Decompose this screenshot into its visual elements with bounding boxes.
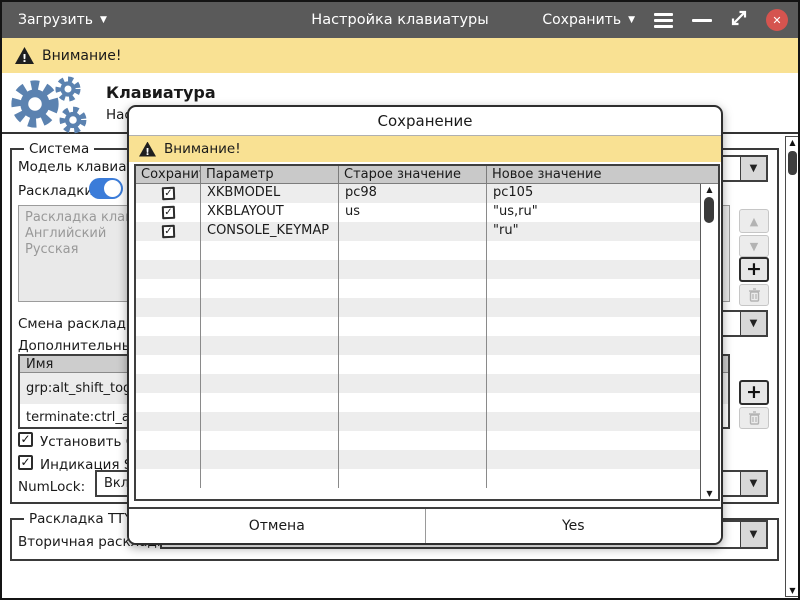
param-cell: XKBMODEL <box>201 184 339 203</box>
scrollbar-thumb[interactable] <box>788 151 797 175</box>
changes-table-header: Сохранить Параметр Старое значение Новое… <box>136 166 718 184</box>
add-layout-button[interactable]: + <box>739 257 769 282</box>
main-scrollbar[interactable]: ▲ ▼ <box>785 136 800 597</box>
plus-icon: + <box>746 383 762 402</box>
changes-table-body: ✓ XKBMODEL pc98 pc105 ✓ XKBLAYOUT us "us… <box>136 184 700 499</box>
old-value-cell: pc98 <box>339 184 487 203</box>
save-menu-button[interactable]: Сохранить ▼ <box>542 12 635 28</box>
old-value-cell: us <box>339 203 487 222</box>
delete-layout-button[interactable] <box>739 284 769 306</box>
chevron-down-icon: ▼ <box>628 16 635 25</box>
scroll-up-icon[interactable]: ▲ <box>701 185 718 194</box>
scrollbar-thumb[interactable] <box>704 197 714 223</box>
close-button[interactable]: ✕ <box>766 9 788 31</box>
column-header: Старое значение <box>339 166 487 183</box>
check-icon: ✓ <box>20 455 30 469</box>
maximize-button[interactable] <box>729 8 749 32</box>
new-value-cell: pc105 <box>487 184 700 203</box>
check-icon: ✓ <box>164 207 173 218</box>
scroll-down-icon[interactable]: ▼ <box>786 586 799 595</box>
plus-icon: + <box>746 260 762 279</box>
warning-text: Внимание! <box>42 48 121 64</box>
numlock-label: NumLock: <box>18 479 85 495</box>
compose-checkbox[interactable]: ✓ <box>18 432 33 447</box>
dialog-warning-text: Внимание! <box>164 141 241 157</box>
chevron-down-icon[interactable]: ▼ <box>740 312 766 335</box>
check-icon: ✓ <box>164 188 173 199</box>
page-title: Клавиатура <box>106 83 216 102</box>
row-checkbox[interactable]: ✓ <box>161 187 174 200</box>
minimize-button[interactable] <box>692 19 712 22</box>
scroll-up-icon[interactable]: ▲ <box>786 138 799 147</box>
warning-icon: ! <box>139 142 156 157</box>
warning-banner: ! Внимание! <box>2 38 798 73</box>
table-row[interactable]: ✓ XKBLAYOUT us "us,ru" <box>136 203 700 222</box>
check-icon: ✓ <box>20 432 30 446</box>
row-checkbox[interactable]: ✓ <box>161 206 174 219</box>
gears-icon <box>8 75 100 131</box>
yes-button[interactable]: Yes <box>426 509 722 543</box>
chevron-down-icon[interactable]: ▼ <box>740 522 766 547</box>
dialog-table-scrollbar[interactable]: ▲ ▼ <box>700 184 718 499</box>
old-value-cell <box>339 222 487 241</box>
param-cell: XKBLAYOUT <box>201 203 339 222</box>
column-header: Параметр <box>201 166 339 183</box>
arrow-up-icon: ▲ <box>750 216 758 227</box>
layouts-toggle[interactable] <box>89 178 123 199</box>
tty-group-legend: Раскладка TTY <box>24 511 137 527</box>
scroll-down-icon[interactable]: ▼ <box>701 489 718 498</box>
param-cell: CONSOLE_KEYMAP <box>201 222 339 241</box>
close-icon: ✕ <box>772 14 781 27</box>
check-icon: ✓ <box>164 226 173 237</box>
table-row[interactable]: ✓ XKBMODEL pc98 pc105 <box>136 184 700 203</box>
dialog-title: Сохранение <box>129 107 721 136</box>
column-header: Новое значение <box>487 166 718 183</box>
minimize-icon <box>692 19 712 22</box>
delete-option-button[interactable] <box>739 407 769 429</box>
layouts-label: Раскладки: <box>18 183 98 199</box>
titlebar: Загрузить ▼ Настройка клавиатуры Сохрани… <box>2 2 798 38</box>
trash-icon <box>748 288 761 302</box>
table-row[interactable]: ✓ CONSOLE_KEYMAP "ru" <box>136 222 700 241</box>
arrow-down-icon: ▼ <box>750 241 758 252</box>
row-checkbox[interactable]: ✓ <box>161 225 174 238</box>
column-header: Сохранить <box>136 166 201 183</box>
expand-icon <box>729 8 749 28</box>
move-up-button[interactable]: ▲ <box>739 209 769 233</box>
new-value-cell: "us,ru" <box>487 203 700 222</box>
system-group-legend: Система <box>24 141 94 157</box>
save-menu-label: Сохранить <box>542 12 621 28</box>
menu-icon[interactable] <box>652 11 675 30</box>
chevron-down-icon[interactable]: ▼ <box>740 472 766 495</box>
trash-icon <box>748 411 761 425</box>
warning-icon: ! <box>15 47 34 64</box>
move-down-button[interactable]: ▼ <box>739 235 769 257</box>
add-option-button[interactable]: + <box>739 380 769 405</box>
keyboard-settings-window: Загрузить ▼ Настройка клавиатуры Сохрани… <box>0 0 800 600</box>
dialog-buttons: Отмена Yes <box>129 507 721 543</box>
new-value-cell: "ru" <box>487 222 700 241</box>
toggle-knob <box>104 180 121 197</box>
chevron-down-icon[interactable]: ▼ <box>740 157 766 180</box>
save-dialog: Сохранение ! Внимание! Сохранить Парамет… <box>127 105 723 545</box>
scrolllock-checkbox[interactable]: ✓ <box>18 455 33 470</box>
cancel-button[interactable]: Отмена <box>129 509 426 543</box>
dialog-warning-banner: ! Внимание! <box>129 136 721 162</box>
changes-table: Сохранить Параметр Старое значение Новое… <box>134 164 720 501</box>
